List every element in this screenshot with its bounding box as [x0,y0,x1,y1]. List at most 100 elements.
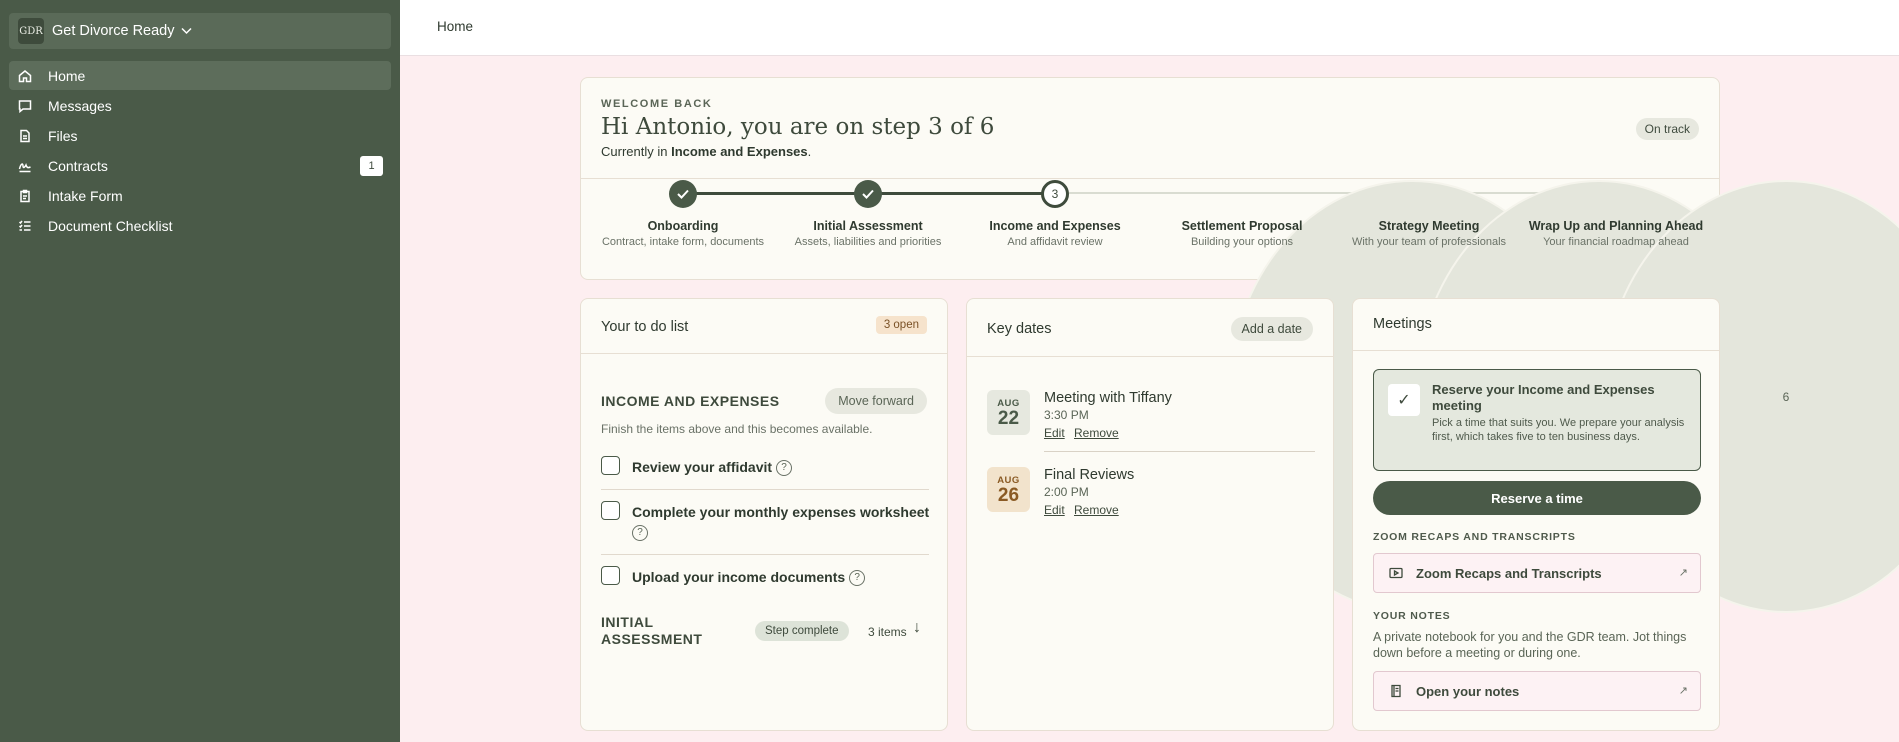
remove-date-link[interactable]: Remove [1074,426,1119,440]
divider [601,489,929,490]
open-notes-link[interactable]: Open your notes ↗ [1373,671,1701,711]
notes-link-label: Open your notes [1416,683,1520,699]
key-dates-title: Key dates [987,321,1052,337]
help-icon[interactable]: ? [632,525,648,542]
expand-arrow-icon[interactable]: ↓ [913,619,921,637]
top-bar: Home [400,0,1899,56]
progress-stepper: Onboarding Contract, intake form, documen… [581,178,1899,613]
date-title: Final Reviews [1044,467,1135,483]
meetings-title: Meetings [1373,316,1432,332]
step-description: Your financial roadmap ahead [1543,236,1689,248]
step-description: Assets, liabilities and priorities [794,236,942,248]
task-checkbox[interactable] [601,456,620,475]
key-dates-card: Key dates Add a date AUG 22 Meeting with… [966,298,1334,731]
reserve-title: Reserve your Income and Expenses meeting [1432,382,1655,413]
step-connector [868,192,1055,195]
date-title: Meeting with Tiffany [1044,390,1172,406]
sidebar-item-home[interactable]: Home [9,61,391,90]
edit-date-link[interactable]: Edit [1044,503,1065,517]
divider [967,356,1333,357]
home-icon [17,68,32,83]
task-checkbox[interactable] [601,501,620,520]
section-title-line: ASSESSMENT [601,631,703,647]
sidebar-nav: Home Messages Files Contracts 1 Intake F… [9,61,391,241]
step-label: Initial Assessment [813,219,923,233]
notes-description: A private notebook for you and the GDR t… [1373,630,1687,660]
step-3-indicator: 3 [1041,180,1069,208]
step-description: And affidavit review [1007,236,1103,248]
chevron-down-icon [180,24,192,38]
sidebar-item-messages[interactable]: Messages [9,91,391,120]
section-income-expenses: INCOME AND EXPENSES [601,393,780,409]
help-icon[interactable]: ? [776,460,793,477]
step-description: With your team of professionals [1351,236,1507,248]
open-count-badge: 3 open [875,316,927,334]
task-label: Review your affidavit [632,459,773,475]
remove-date-link[interactable]: Remove [1074,503,1119,517]
items-count[interactable]: 3 items [868,625,907,639]
reserve-description: Pick a time that suits you. We prepare y… [1432,417,1685,443]
org-name: Get Divorce Ready [52,23,175,39]
sidebar-item-contracts[interactable]: Contracts 1 [9,151,391,180]
date-tile: AUG 26 [987,467,1030,512]
page-title: Hi Antonio, you are on step 3 of 6 [601,114,995,140]
divider [1044,451,1315,452]
step-label: Onboarding [647,219,719,233]
check-icon: ✓ [1388,384,1420,416]
reserve-time-button[interactable]: Reserve a time [1373,481,1701,515]
todo-title: Your to do list [601,319,689,335]
sidebar: GDR Get Divorce Ready Home Messages File… [0,0,400,742]
external-link-icon: ↗ [1678,567,1688,579]
meetings-card: Meetings ✓ Reserve your Income and Expen… [1352,298,1720,731]
step-1-indicator [669,180,697,208]
current-step-name: Income and Expenses [671,144,808,159]
welcome-eyebrow: WELCOME BACK [601,98,713,110]
notebook-icon [1388,683,1404,699]
zoom-recaps-link[interactable]: Zoom Recaps and Transcripts ↗ [1373,553,1701,593]
message-icon [17,98,32,113]
divider [581,353,947,354]
sidebar-item-label: Files [48,127,78,144]
date-time: 2:00 PM [1044,485,1089,499]
step-connector [1055,192,1242,194]
help-icon[interactable]: ? [849,570,866,587]
sidebar-item-label: Home [48,67,86,84]
signature-icon [17,158,32,173]
add-date-button[interactable]: Add a date [1230,317,1313,341]
section-title-line: INITIAL [601,614,654,630]
file-icon [17,128,32,143]
sidebar-item-document-checklist[interactable]: Document Checklist [9,211,391,240]
divider [601,554,929,555]
checklist-icon [17,218,32,233]
org-switcher[interactable]: GDR Get Divorce Ready [9,13,391,49]
edit-date-link[interactable]: Edit [1044,426,1065,440]
section-initial-assessment[interactable]: INITIAL ASSESSMENT [601,614,702,648]
step-2-indicator [854,180,882,208]
progress-card: WELCOME BACK Hi Antonio, you are on step… [580,77,1899,613]
current-step-prefix: Currently in [601,144,672,159]
notes-section-heading: YOUR NOTES [1373,610,1451,622]
task-label: Upload your income documents [632,569,846,585]
clipboard-icon [17,188,32,203]
org-logo: GDR [18,18,44,44]
contracts-count-badge: 1 [360,156,383,176]
sidebar-item-label: Messages [48,97,112,114]
breadcrumb[interactable]: Home [437,19,473,34]
step-description: Building your options [1190,236,1294,248]
step-complete-badge: Step complete [755,621,849,641]
sidebar-item-files[interactable]: Files [9,121,391,150]
video-icon [1388,565,1404,581]
date-day: 26 [997,485,1020,506]
sidebar-item-label: Document Checklist [48,217,173,234]
reserve-meeting-panel[interactable]: ✓ Reserve your Income and Expenses meeti… [1373,369,1701,471]
step-label: Strategy Meeting [1378,219,1480,233]
step-label: Wrap Up and Planning Ahead [1528,219,1704,233]
todo-card: Your to do list 3 open INCOME AND EXPENS… [580,298,948,731]
sidebar-item-intake-form[interactable]: Intake Form [9,181,391,210]
step-label: Settlement Proposal [1181,219,1303,233]
task-checkbox[interactable] [601,566,620,585]
step-description: Contract, intake form, documents [601,236,764,248]
move-forward-hint: Finish the items above and this becomes … [601,422,873,436]
move-forward-button[interactable]: Move forward [825,388,927,414]
date-day: 22 [997,408,1020,429]
